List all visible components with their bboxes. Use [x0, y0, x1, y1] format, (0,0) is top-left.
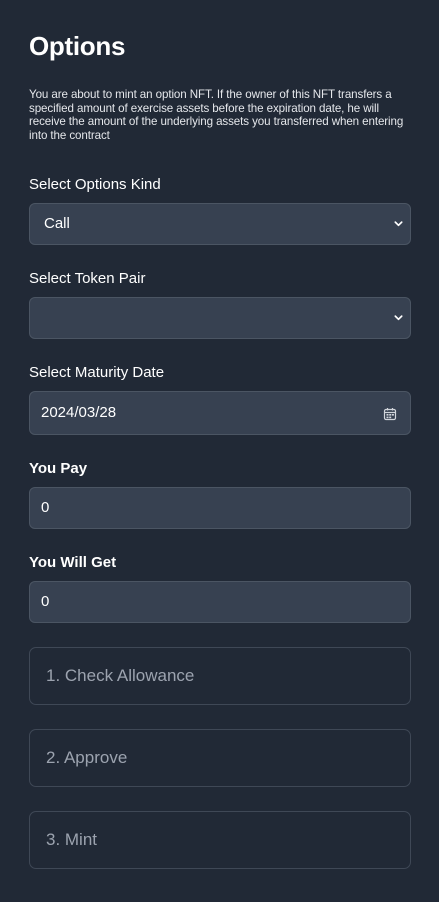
page-description: You are about to mint an option NFT. If …: [29, 88, 404, 142]
chevron-down-icon: [394, 221, 403, 227]
mint-label: 3. Mint: [46, 830, 98, 849]
you-pay-value: 0: [41, 499, 50, 516]
options-kind-select[interactable]: Call: [29, 203, 411, 245]
approve-button[interactable]: 2. Approve: [29, 729, 411, 787]
maturity-date-label: Select Maturity Date: [29, 364, 165, 381]
options-kind-value: Call: [44, 215, 70, 232]
you-will-get-input[interactable]: 0: [29, 581, 411, 623]
token-pair-select[interactable]: [29, 297, 411, 339]
check-allowance-label: 1. Check Allowance: [46, 666, 195, 685]
page-title: Options: [29, 31, 126, 61]
maturity-date-input[interactable]: 2024/03/28: [29, 391, 411, 435]
you-will-get-label: You Will Get: [29, 554, 117, 571]
mint-button[interactable]: 3. Mint: [29, 811, 411, 869]
you-pay-input[interactable]: 0: [29, 487, 411, 529]
you-will-get-value: 0: [41, 593, 50, 610]
options-kind-label: Select Options Kind: [29, 176, 161, 193]
you-pay-label: You Pay: [29, 460, 88, 477]
approve-label: 2. Approve: [46, 748, 128, 767]
maturity-date-value: 2024/03/28: [41, 404, 117, 421]
token-pair-label: Select Token Pair: [29, 270, 146, 287]
calendar-icon[interactable]: [383, 407, 397, 421]
chevron-down-icon: [394, 315, 403, 321]
check-allowance-button[interactable]: 1. Check Allowance: [29, 647, 411, 705]
